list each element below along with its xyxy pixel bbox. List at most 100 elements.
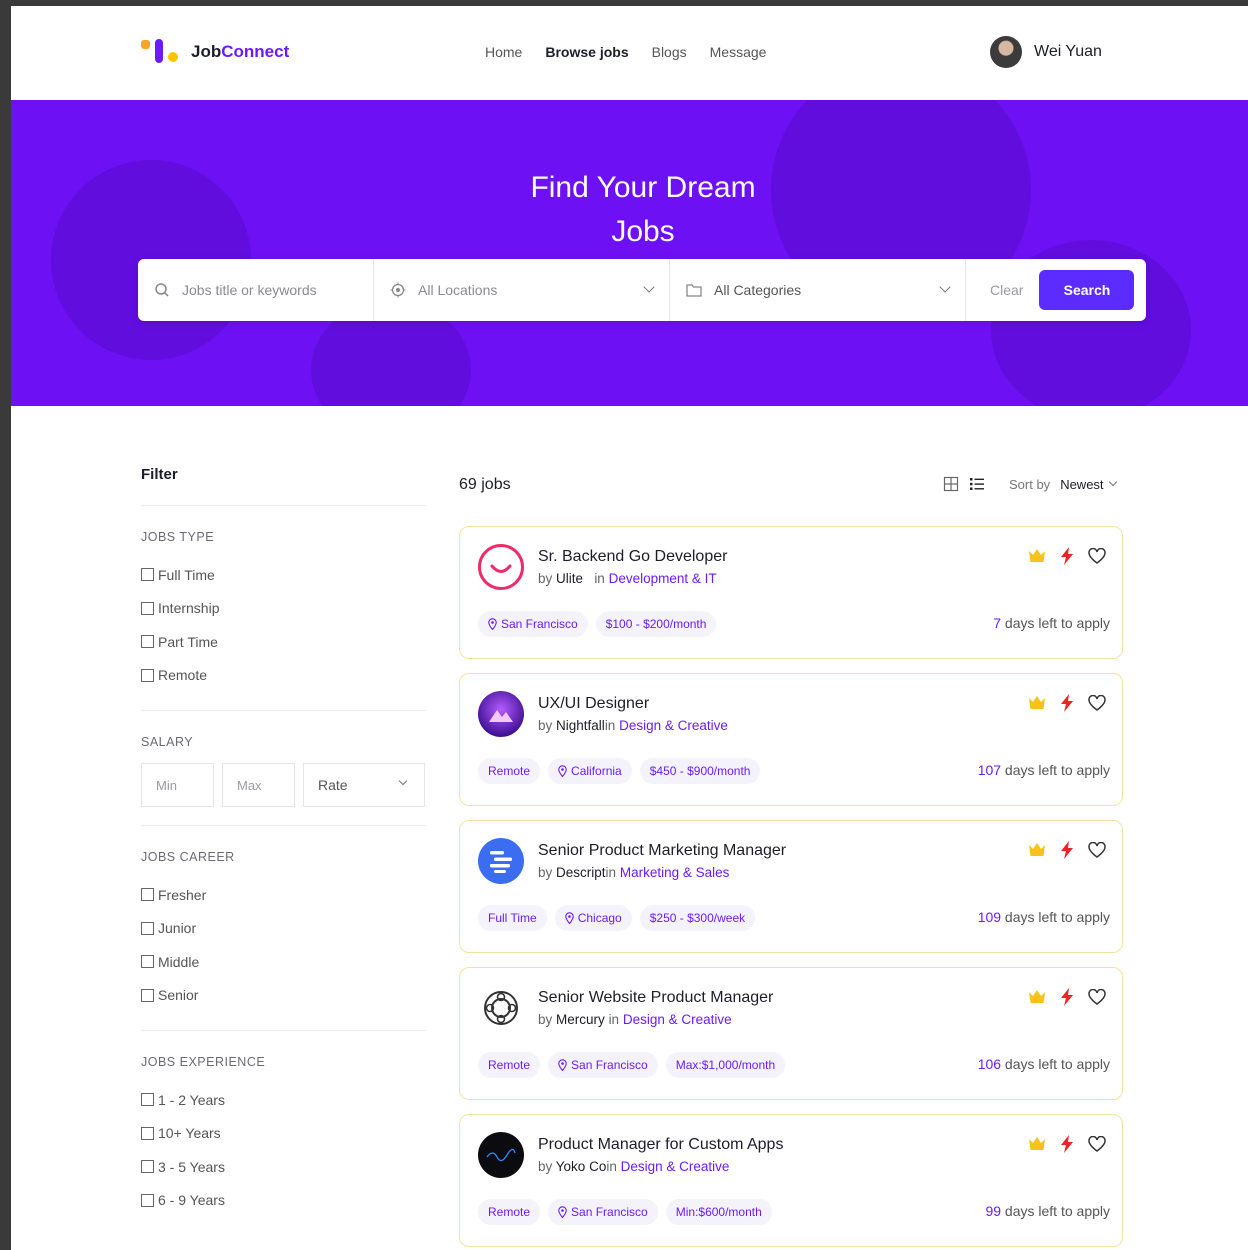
lightning-icon[interactable] (1058, 841, 1076, 859)
job-title[interactable]: Senior Product Marketing Manager (538, 842, 786, 860)
checkbox-fresher[interactable]: Fresher (141, 878, 426, 912)
checkbox-junior[interactable]: Junior (141, 912, 426, 946)
checkbox-part-time[interactable]: Part Time (141, 625, 426, 659)
heart-icon[interactable] (1088, 547, 1106, 565)
checkbox-3-5-years[interactable]: 3 - 5 Years (141, 1150, 426, 1184)
checkbox-box[interactable] (141, 568, 154, 582)
job-type-tag: Remote (478, 758, 541, 784)
checkbox-box[interactable] (141, 988, 154, 1002)
checkbox-box[interactable] (141, 1093, 154, 1107)
days-left: 107 days left to apply (977, 762, 1110, 778)
salary-tag: $450 - $900/month (639, 758, 761, 784)
checkbox-middle[interactable]: Middle (141, 945, 426, 979)
sort-label: Sort by (1009, 476, 1051, 492)
keyword-placeholder: Jobs title or keywords (182, 282, 317, 298)
crown-icon[interactable] (1028, 841, 1046, 859)
job-title[interactable]: Sr. Backend Go Developer (538, 548, 727, 566)
checkbox-remote[interactable]: Remote (141, 659, 426, 693)
days-left: 99 days left to apply (985, 1203, 1110, 1219)
location-tag: San Francisco (548, 1199, 658, 1225)
job-company-line: by Nightfallin Design & Creative (538, 718, 728, 733)
nav-home[interactable]: Home (485, 44, 522, 60)
job-card[interactable]: Senior Website Product Manager by Mercur… (459, 967, 1123, 1100)
grid-view-icon[interactable] (943, 476, 959, 492)
job-title[interactable]: UX/UI Designer (538, 695, 649, 713)
jobs-type-group: JOBS TYPE Full Time Internship Part Time… (141, 506, 426, 711)
job-title[interactable]: Product Manager for Custom Apps (538, 1136, 783, 1154)
checkbox-6-9-years[interactable]: 6 - 9 Years (141, 1184, 426, 1218)
brand-name: JobConnect (191, 42, 290, 61)
checkbox-box[interactable] (141, 1193, 154, 1207)
checkbox-box[interactable] (141, 1160, 154, 1174)
location-tag: San Francisco (548, 1052, 658, 1078)
chevron-down-icon (1108, 477, 1117, 487)
crown-icon[interactable] (1028, 1135, 1046, 1153)
location-select[interactable]: All Locations (374, 259, 670, 321)
days-left: 7 days left to apply (993, 615, 1110, 631)
heart-icon[interactable] (1088, 841, 1106, 859)
filter-sidebar: Filter JOBS TYPE Full Time Internship Pa… (141, 466, 426, 1235)
location-target-icon (390, 282, 406, 298)
heart-icon[interactable] (1088, 1135, 1106, 1153)
chevron-down-icon (398, 776, 408, 786)
job-company-line: by Ulite in Development & IT (538, 571, 717, 586)
jobs-career-group: JOBS CAREER Fresher Junior Middle Senior (141, 826, 426, 1031)
lightning-icon[interactable] (1058, 1135, 1076, 1153)
nav-browse-jobs[interactable]: Browse jobs (545, 44, 628, 60)
keyword-field[interactable]: Jobs title or keywords (138, 259, 374, 321)
heart-icon[interactable] (1088, 988, 1106, 1006)
lightning-icon[interactable] (1058, 547, 1076, 565)
heart-icon[interactable] (1088, 694, 1106, 712)
checkbox-box[interactable] (141, 668, 154, 682)
salary-tag: Max:$1,000/month (665, 1052, 786, 1078)
lightning-icon[interactable] (1058, 694, 1076, 712)
user-menu[interactable]: Wei Yuan (990, 36, 1102, 68)
checkbox-box[interactable] (141, 635, 154, 649)
chevron-down-icon (939, 281, 951, 293)
days-left: 109 days left to apply (977, 909, 1110, 925)
salary-max-input[interactable]: Max (222, 763, 295, 807)
filter-title: Filter (141, 466, 426, 506)
search-button[interactable]: Search (1039, 270, 1135, 310)
location-pin-icon (558, 1206, 567, 1218)
nightfall-company-logo-icon (478, 691, 524, 737)
clear-button[interactable]: Clear (990, 282, 1023, 298)
list-view-icon[interactable] (969, 476, 985, 492)
checkbox-full-time[interactable]: Full Time (141, 558, 426, 592)
descript-company-logo-icon (478, 838, 524, 884)
job-company-line: by Mercury in Design & Creative (538, 1012, 732, 1027)
checkbox-1-2-years[interactable]: 1 - 2 Years (141, 1083, 426, 1117)
nav-message[interactable]: Message (710, 44, 767, 60)
lightning-icon[interactable] (1058, 988, 1076, 1006)
job-card[interactable]: Senior Product Marketing Manager by Desc… (459, 820, 1123, 953)
crown-icon[interactable] (1028, 988, 1046, 1006)
nav-blogs[interactable]: Blogs (652, 44, 687, 60)
location-pin-icon (488, 618, 497, 630)
job-card[interactable]: UX/UI Designer by Nightfallin Design & C… (459, 673, 1123, 806)
checkbox-box[interactable] (141, 888, 154, 902)
jobs-experience-group: JOBS EXPERIENCE 1 - 2 Years 10+ Years 3 … (141, 1031, 426, 1235)
user-name: Wei Yuan (1034, 43, 1102, 60)
checkbox-box[interactable] (141, 955, 154, 969)
location-tag: Chicago (554, 905, 632, 931)
job-card[interactable]: Sr. Backend Go Developer by Ulite in Dev… (459, 526, 1123, 659)
location-pin-icon (564, 912, 574, 924)
checkbox-internship[interactable]: Internship (141, 592, 426, 626)
category-select[interactable]: All Categories (670, 259, 966, 321)
checkbox-box[interactable] (141, 921, 154, 935)
checkbox-box[interactable] (141, 601, 154, 615)
job-card[interactable]: Product Manager for Custom Apps by Yoko … (459, 1114, 1123, 1247)
checkbox-10-plus-years[interactable]: 10+ Years (141, 1117, 426, 1151)
job-company-line: by Yoko Coin Design & Creative (538, 1159, 730, 1174)
brand-logo[interactable]: JobConnect (141, 39, 289, 65)
checkbox-box[interactable] (141, 1126, 154, 1140)
salary-tag: Min:$600/month (665, 1199, 772, 1225)
salary-min-input[interactable]: Min (141, 763, 214, 807)
checkbox-senior[interactable]: Senior (141, 979, 426, 1013)
job-title[interactable]: Senior Website Product Manager (538, 989, 773, 1007)
crown-icon[interactable] (1028, 547, 1046, 565)
salary-rate-select[interactable]: Rate (303, 763, 425, 807)
sort-select[interactable]: Newest (1060, 477, 1103, 492)
crown-icon[interactable] (1028, 694, 1046, 712)
location-tag: California (548, 758, 632, 784)
